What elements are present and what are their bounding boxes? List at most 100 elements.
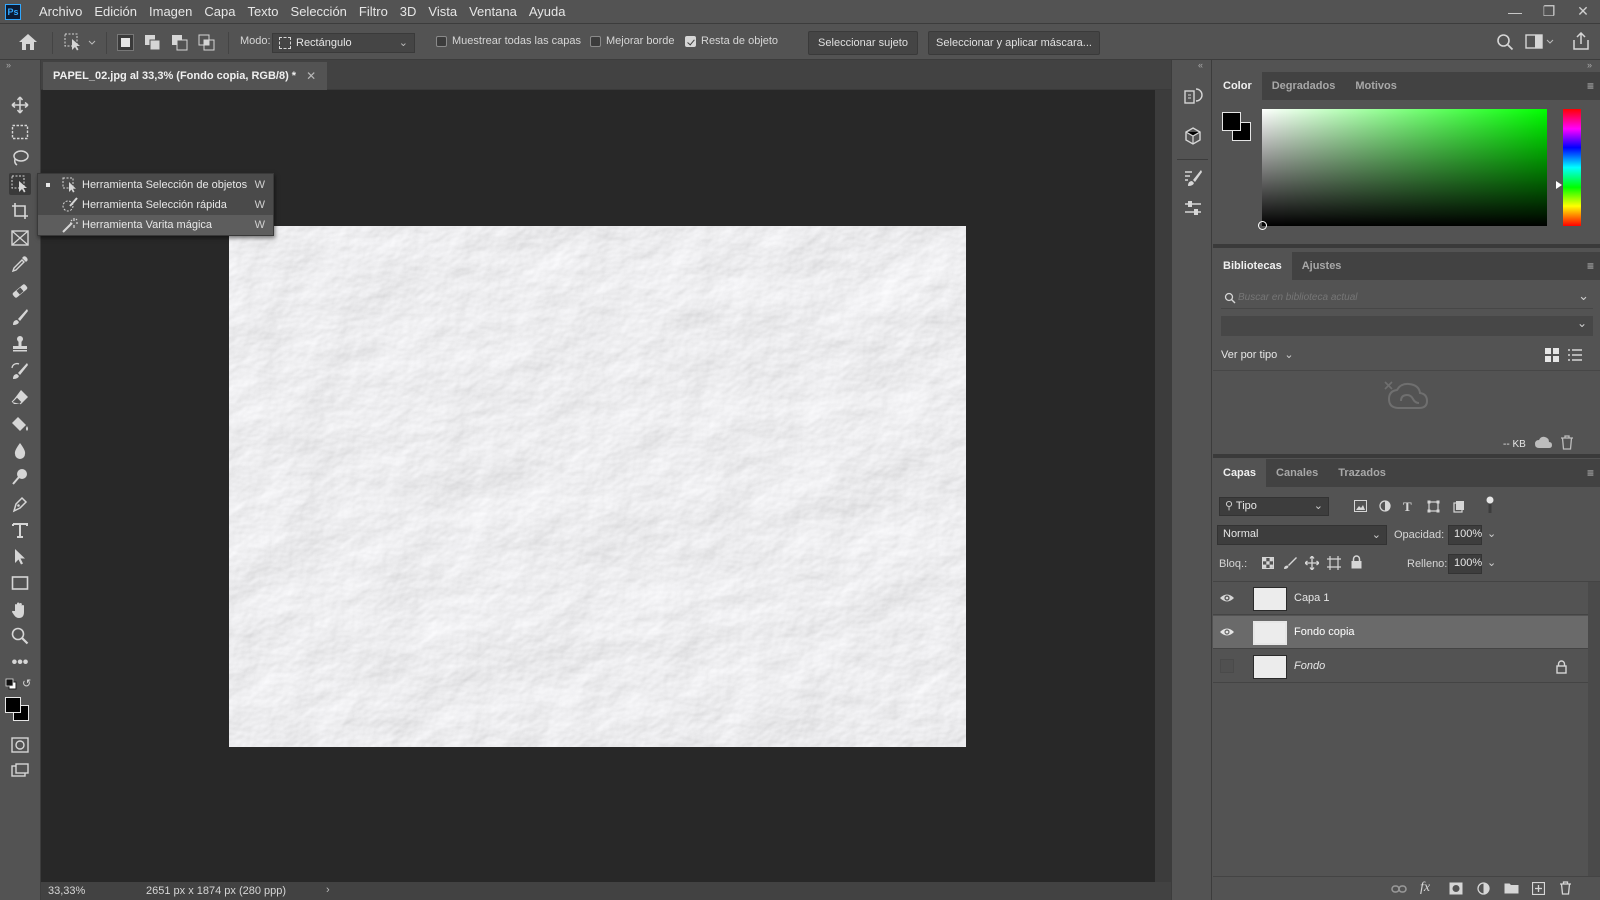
frame-tool-icon[interactable] <box>9 227 31 249</box>
marquee-tool-icon[interactable] <box>9 121 31 143</box>
menu-vista[interactable]: Vista <box>422 0 463 23</box>
flyout-item-object-selection[interactable]: Herramienta Selección de objetos W <box>38 175 273 195</box>
close-tab-icon[interactable]: ✕ <box>306 69 316 83</box>
color-field[interactable] <box>1258 109 1547 230</box>
tab-paths[interactable]: Trazados <box>1328 459 1396 487</box>
menu-edicion[interactable]: Edición <box>88 0 143 23</box>
layer-row[interactable]: Fondo <box>1213 650 1588 683</box>
tab-adjustments[interactable]: Ajustes <box>1292 252 1352 280</box>
delete-layer-icon[interactable] <box>1559 881 1572 895</box>
home-icon[interactable] <box>18 33 38 51</box>
zoom-tool-icon[interactable] <box>9 625 31 647</box>
add-to-selection-icon[interactable] <box>144 34 161 51</box>
add-mask-icon[interactable] <box>1449 882 1463 895</box>
object-subtract-checkbox[interactable] <box>685 36 696 47</box>
history-panel-icon[interactable] <box>1183 86 1203 106</box>
new-layer-icon[interactable] <box>1532 882 1545 895</box>
eraser-tool-icon[interactable] <box>9 386 31 408</box>
fill-input[interactable]: 100% <box>1448 554 1482 574</box>
move-tool-icon[interactable] <box>9 94 31 116</box>
tab-channels[interactable]: Canales <box>1266 459 1328 487</box>
visibility-eye-icon[interactable] <box>1219 624 1235 640</box>
link-layers-icon[interactable] <box>1391 883 1407 895</box>
menu-ventana[interactable]: Ventana <box>463 0 523 23</box>
path-selection-tool-icon[interactable] <box>9 546 31 568</box>
hue-slider[interactable] <box>1563 109 1581 226</box>
hand-tool-icon[interactable] <box>9 599 31 621</box>
opacity-input[interactable]: 100% <box>1448 525 1482 545</box>
type-tool-icon[interactable] <box>9 519 31 541</box>
select-subject-button[interactable]: Seleccionar sujeto <box>808 31 918 55</box>
filter-type-layer-icon[interactable]: T <box>1403 499 1412 515</box>
cloud-sync-icon[interactable] <box>1534 436 1554 450</box>
view-by-type-dropdown[interactable]: Ver por tipo ⌄ <box>1221 348 1294 361</box>
tab-gradients[interactable]: Degradados <box>1262 72 1346 100</box>
panel-menu-icon[interactable]: ≡ <box>1587 259 1594 273</box>
subtract-from-selection-icon[interactable] <box>171 34 188 51</box>
swap-colors-icon[interactable]: ↺ <box>22 677 31 690</box>
color-panel-swatches[interactable] <box>1222 112 1252 142</box>
paint-bucket-tool-icon[interactable] <box>9 413 31 435</box>
restore-icon[interactable]: ❐ <box>1532 0 1566 23</box>
eyedropper-tool-icon[interactable] <box>9 253 31 275</box>
close-icon[interactable]: ✕ <box>1566 0 1600 23</box>
layer-row[interactable]: Fondo copia <box>1213 616 1588 649</box>
quick-mask-icon[interactable] <box>9 734 31 756</box>
status-menu-chevron-icon[interactable]: › <box>326 884 330 896</box>
menu-ayuda[interactable]: Ayuda <box>523 0 572 23</box>
filter-smart-object-icon[interactable] <box>1453 500 1465 513</box>
share-icon[interactable] <box>1572 32 1590 51</box>
collapse-panels-icon[interactable]: » <box>1587 60 1592 70</box>
new-selection-button[interactable] <box>117 34 134 51</box>
tab-patterns[interactable]: Motivos <box>1345 72 1407 100</box>
grid-view-icon[interactable] <box>1545 348 1559 362</box>
lock-artboard-icon[interactable] <box>1327 556 1341 570</box>
new-group-icon[interactable] <box>1504 882 1519 894</box>
menu-3d[interactable]: 3D <box>394 0 423 23</box>
layer-lock-icon[interactable] <box>1556 660 1567 674</box>
flyout-item-quick-selection[interactable]: Herramienta Selección rápida W <box>38 195 273 215</box>
layer-name[interactable]: Fondo <box>1294 660 1325 672</box>
color-picker-handle[interactable] <box>1258 221 1267 230</box>
vertical-scrollbar[interactable] <box>1155 90 1171 882</box>
blur-tool-icon[interactable] <box>9 440 31 462</box>
expand-icon[interactable]: « <box>1198 60 1203 70</box>
list-view-icon[interactable] <box>1568 348 1582 362</box>
menu-seleccion[interactable]: Selección <box>285 0 353 23</box>
search-icon[interactable] <box>1496 33 1514 51</box>
mode-select[interactable]: Rectángulo ⌄ <box>272 33 415 53</box>
layer-row[interactable]: Capa 1 <box>1213 582 1588 615</box>
menu-archivo[interactable]: Archivo <box>33 0 88 23</box>
lasso-tool-icon[interactable] <box>9 147 31 169</box>
intersect-selection-icon[interactable] <box>198 34 215 51</box>
flyout-item-magic-wand[interactable]: Herramienta Varita mágica W <box>38 215 273 235</box>
tab-color[interactable]: Color <box>1213 72 1262 100</box>
lock-position-icon[interactable] <box>1305 556 1319 570</box>
enhance-edge-checkbox[interactable] <box>590 36 601 47</box>
visibility-toggle-hidden[interactable] <box>1220 659 1234 673</box>
color-swatches[interactable] <box>5 697 30 722</box>
filter-shape-layer-icon[interactable] <box>1427 500 1440 513</box>
adjustments-panel-icon[interactable] <box>1183 198 1203 218</box>
select-and-mask-button[interactable]: Seleccionar y aplicar máscara... <box>928 31 1100 55</box>
fill-dropdown-icon[interactable]: ⌄ <box>1487 556 1496 569</box>
panel-menu-icon[interactable]: ≡ <box>1587 466 1594 480</box>
trash-icon[interactable] <box>1560 435 1574 450</box>
menu-filtro[interactable]: Filtro <box>353 0 394 23</box>
panel-menu-icon[interactable]: ≡ <box>1587 79 1594 93</box>
lock-transparent-pixels-icon[interactable] <box>1262 557 1274 569</box>
object-selection-tool-preset-icon[interactable] <box>64 33 98 51</box>
filter-toggle-icon[interactable] <box>1485 496 1495 514</box>
layer-name[interactable]: Fondo copia <box>1294 626 1355 638</box>
visibility-eye-icon[interactable] <box>1219 590 1235 606</box>
default-colors-icon[interactable] <box>5 678 17 690</box>
more-tools-icon[interactable]: ••• <box>9 652 31 674</box>
dodge-tool-icon[interactable] <box>9 466 31 488</box>
collapse-icon[interactable]: » <box>6 60 11 70</box>
document-tab[interactable]: PAPEL_02.jpg al 33,3% (Fondo copia, RGB/… <box>43 62 327 90</box>
layers-scrollbar[interactable] <box>1588 582 1600 876</box>
object-selection-tool-icon[interactable] <box>9 173 31 195</box>
layer-name[interactable]: Capa 1 <box>1294 592 1329 604</box>
pen-tool-icon[interactable] <box>9 493 31 515</box>
blend-mode-select[interactable]: Normal ⌄ <box>1217 525 1387 545</box>
